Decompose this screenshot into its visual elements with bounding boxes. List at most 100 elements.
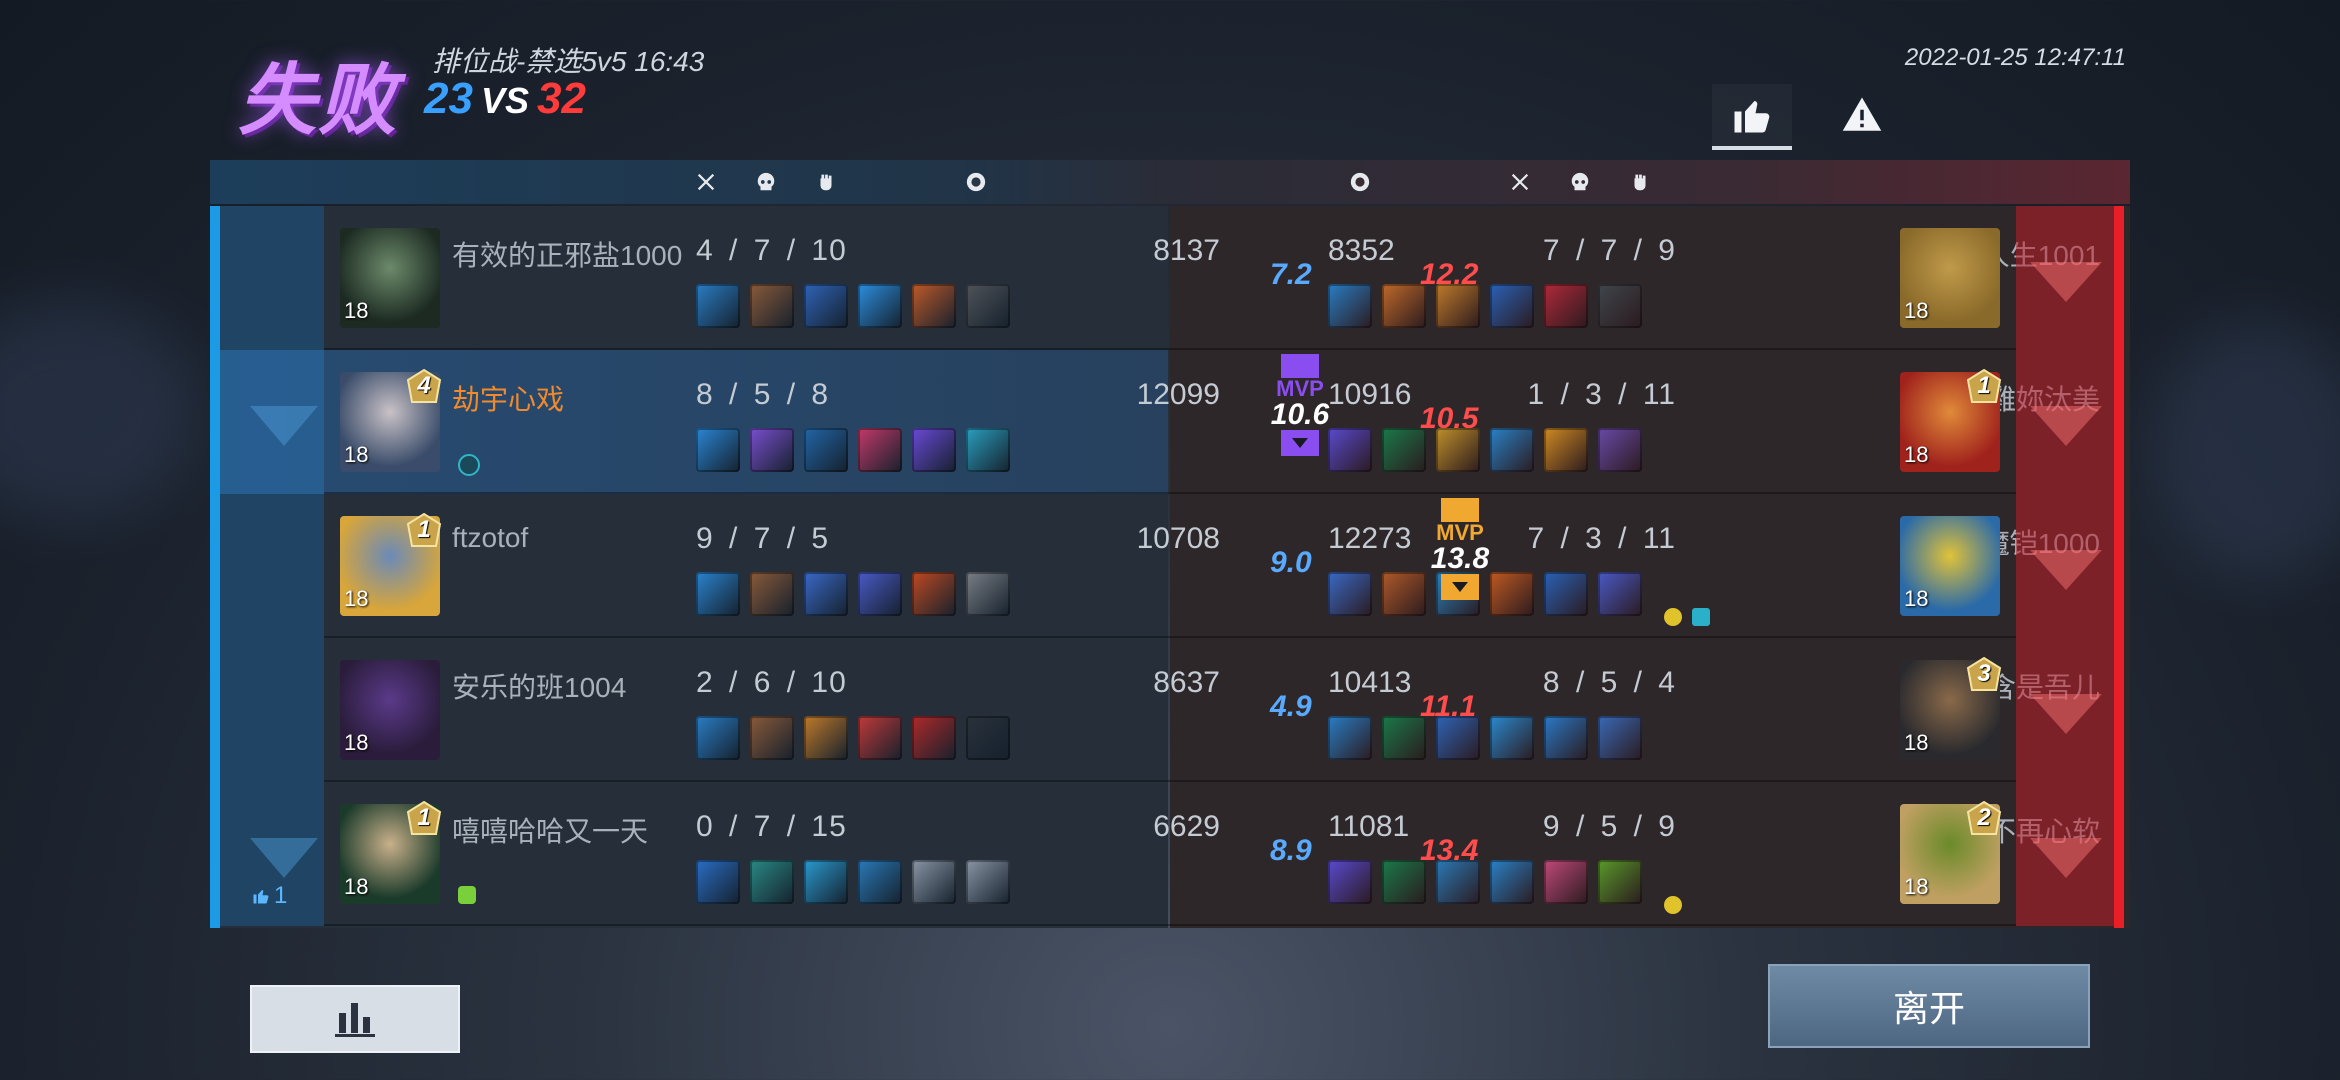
- item-icon[interactable]: [696, 572, 740, 616]
- item-icon[interactable]: [1382, 572, 1426, 616]
- item-icon[interactable]: [1544, 716, 1588, 760]
- item-icon[interactable]: [804, 428, 848, 472]
- like-tab-button[interactable]: [1712, 84, 1792, 150]
- stats-button[interactable]: [250, 985, 460, 1053]
- coin-icon: [962, 168, 990, 196]
- item-icon[interactable]: [1490, 860, 1534, 904]
- item-icon[interactable]: [696, 716, 740, 760]
- gold: 12273: [1328, 522, 1412, 555]
- item-icon[interactable]: [912, 428, 956, 472]
- item-icon[interactable]: [1328, 284, 1372, 328]
- chevron-down-icon: [1441, 574, 1479, 600]
- item-icon[interactable]: [750, 428, 794, 472]
- skull-icon: [1566, 168, 1594, 196]
- item-icon[interactable]: [804, 572, 848, 616]
- hero-avatar[interactable]: 18: [340, 228, 440, 328]
- mvp-badge: MVP 13.8: [1430, 498, 1490, 600]
- item-icon[interactable]: [750, 572, 794, 616]
- gold: 8352: [1328, 234, 1395, 267]
- player-name[interactable]: ftzotof: [452, 522, 528, 554]
- kda: 7 / 3 / 11: [1527, 522, 1676, 555]
- item-icon[interactable]: [1490, 572, 1534, 616]
- report-tab-button[interactable]: [1822, 84, 1902, 146]
- item-icon[interactable]: [1544, 284, 1588, 328]
- item-icon[interactable]: [1436, 428, 1480, 472]
- item-icon[interactable]: [750, 716, 794, 760]
- item-icon[interactable]: [1544, 860, 1588, 904]
- player-name[interactable]: 有效的正邪盐1000: [452, 234, 682, 274]
- item-icon[interactable]: [858, 428, 902, 472]
- item-icon[interactable]: [1436, 284, 1480, 328]
- item-icon[interactable]: [1544, 428, 1588, 472]
- item-icon[interactable]: [1382, 428, 1426, 472]
- item-icon[interactable]: [804, 860, 848, 904]
- item-icon[interactable]: [1328, 716, 1372, 760]
- item-icon[interactable]: [1382, 716, 1426, 760]
- player-row: 18 1 嘻嘻哈哈又一天 0 / 7 / 15 6629 8.9 13.4 11081 9 / …: [210, 782, 2130, 926]
- item-icon[interactable]: [858, 860, 902, 904]
- player-rating: 7.2: [1270, 258, 1312, 291]
- item-icon[interactable]: [750, 284, 794, 328]
- item-icon[interactable]: [966, 284, 1010, 328]
- item-icon[interactable]: [1328, 428, 1372, 472]
- item-icon[interactable]: [1490, 428, 1534, 472]
- item-icon[interactable]: [804, 284, 848, 328]
- player-name[interactable]: 安乐的班1004: [452, 666, 626, 706]
- item-icon[interactable]: [804, 716, 848, 760]
- kda: 9 / 5 / 9: [1542, 810, 1676, 843]
- item-icon[interactable]: [696, 428, 740, 472]
- item-icon[interactable]: [1598, 716, 1642, 760]
- background-glow-left: [0, 300, 200, 520]
- item-icon[interactable]: [858, 284, 902, 328]
- item-icon[interactable]: [1436, 860, 1480, 904]
- gold: 10413: [1328, 666, 1412, 699]
- item-icon[interactable]: [966, 716, 1010, 760]
- item-icon[interactable]: [966, 860, 1010, 904]
- item-icon[interactable]: [1598, 572, 1642, 616]
- hero-level: 18: [344, 874, 369, 899]
- kda: 8 / 5 / 8: [696, 378, 830, 411]
- rank-number: 3: [1977, 660, 1991, 687]
- item-icon[interactable]: [1598, 284, 1642, 328]
- item-icon[interactable]: [858, 716, 902, 760]
- item-icon[interactable]: [750, 860, 794, 904]
- item-icon[interactable]: [1490, 716, 1534, 760]
- gold: 6629: [1153, 810, 1220, 843]
- item-icon[interactable]: [858, 572, 902, 616]
- rank-badge-icon: 1: [406, 512, 442, 548]
- fist-icon: [812, 168, 840, 196]
- row-divider: [324, 924, 2016, 926]
- mvp-score: 13.8: [1430, 542, 1490, 575]
- player-rating: 9.0: [1270, 546, 1312, 579]
- hero-avatar[interactable]: 18: [340, 660, 440, 760]
- item-icon[interactable]: [912, 572, 956, 616]
- item-icon[interactable]: [696, 860, 740, 904]
- item-icon[interactable]: [1544, 572, 1588, 616]
- leave-button[interactable]: 离开: [1768, 964, 2090, 1048]
- player-name[interactable]: 劫宇心戏: [452, 378, 564, 418]
- hero-avatar[interactable]: 18: [1900, 228, 2000, 328]
- item-icon[interactable]: [912, 860, 956, 904]
- hero-level: 18: [1904, 874, 1929, 899]
- item-icon[interactable]: [1436, 716, 1480, 760]
- slot-marker-icon: [2030, 838, 2102, 878]
- item-icon[interactable]: [1382, 860, 1426, 904]
- player-rating: 4.9: [1270, 690, 1312, 723]
- item-icon[interactable]: [1598, 428, 1642, 472]
- item-icon[interactable]: [912, 716, 956, 760]
- player-name[interactable]: 嘻嘻哈哈又一天: [452, 810, 648, 850]
- item-icon[interactable]: [966, 572, 1010, 616]
- item-icon[interactable]: [1598, 860, 1642, 904]
- hero-avatar[interactable]: 18: [1900, 516, 2000, 616]
- item-icon[interactable]: [696, 284, 740, 328]
- item-icon[interactable]: [1328, 572, 1372, 616]
- item-icon[interactable]: [1328, 860, 1372, 904]
- hero-level: 18: [344, 730, 369, 755]
- player-row: 18 1 ftzotof 9 / 7 / 5 10708 9.0 13.8 12273 7 / …: [210, 494, 2130, 638]
- item-icon[interactable]: [1382, 284, 1426, 328]
- blue-slot: [220, 638, 324, 782]
- rank-number: 1: [417, 516, 431, 543]
- item-icon[interactable]: [912, 284, 956, 328]
- item-icon[interactable]: [1490, 284, 1534, 328]
- item-icon[interactable]: [966, 428, 1010, 472]
